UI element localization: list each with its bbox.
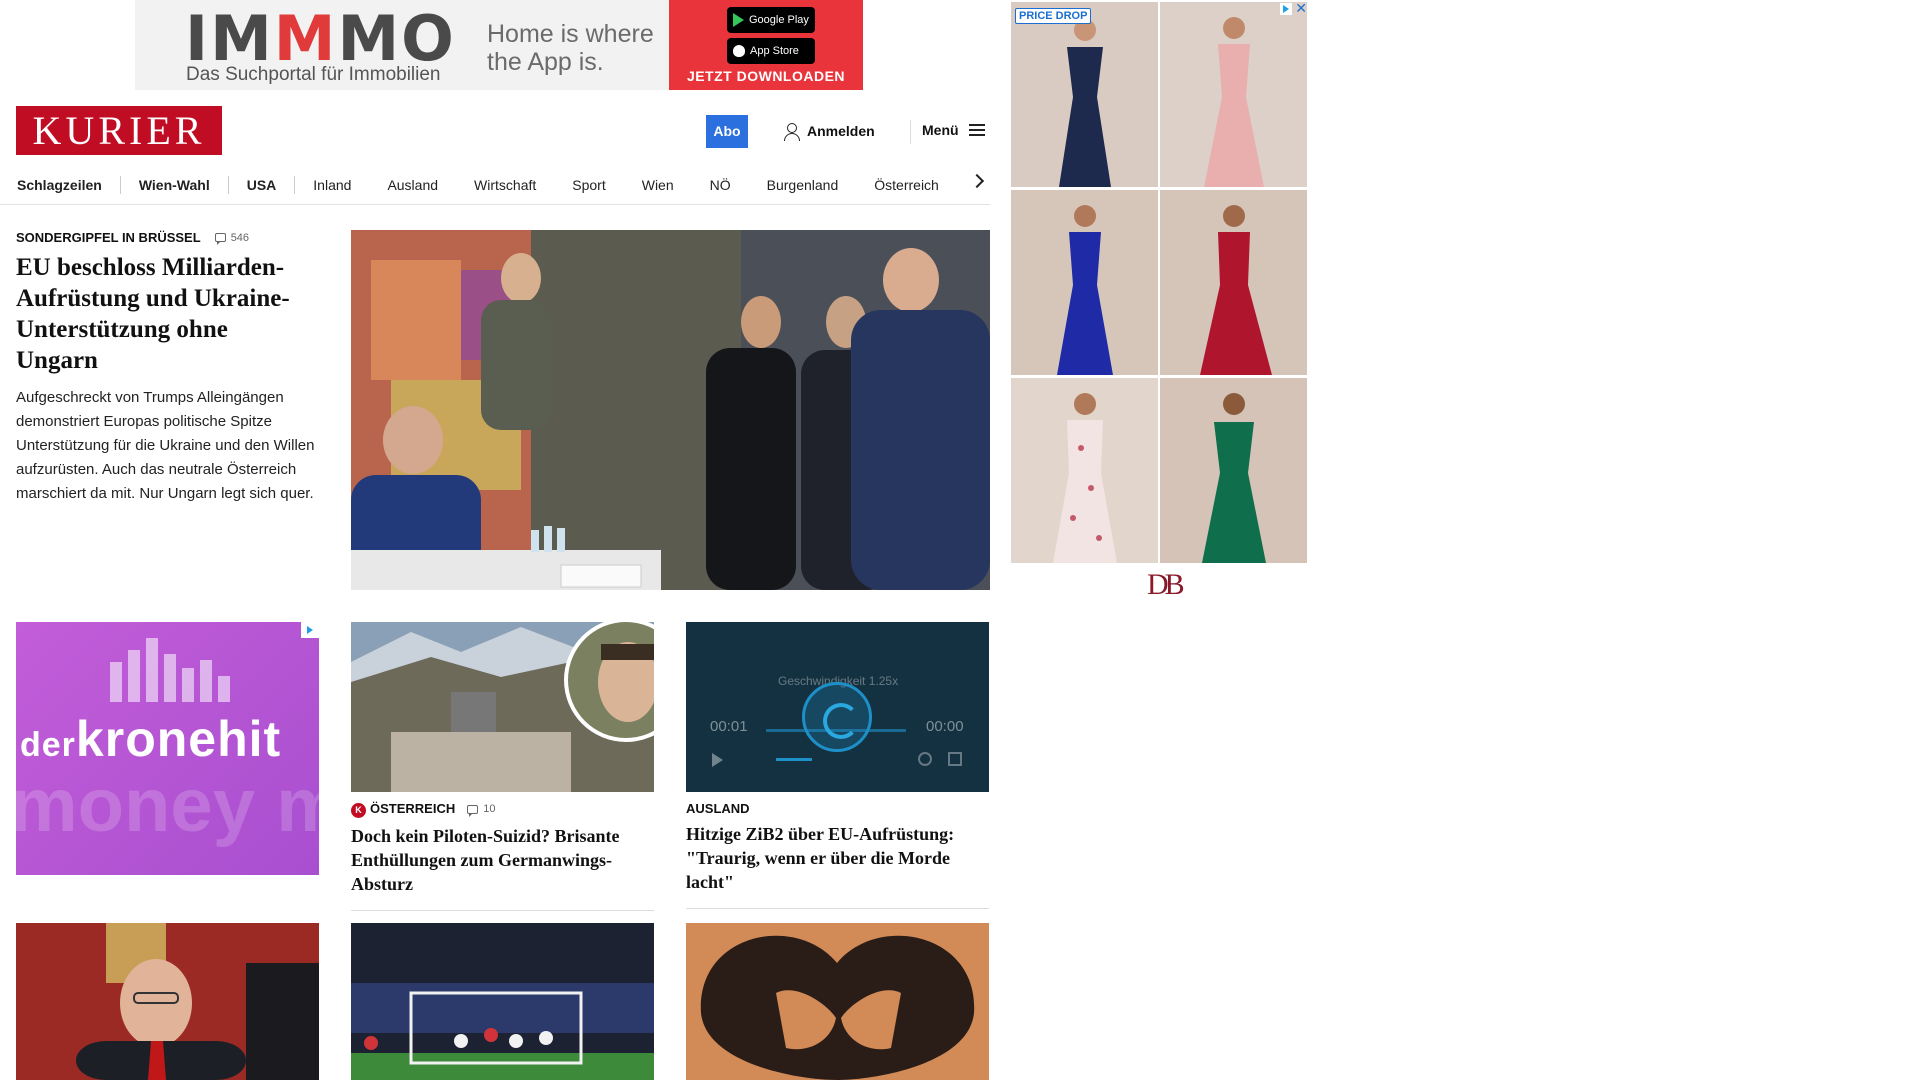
lead-image[interactable] [351, 230, 990, 590]
lead-kicker[interactable]: SONDERGIPFEL IN BRÜSSEL [16, 230, 201, 245]
article-card[interactable]: Geschwindigkeit 1.25x 00:01 00:00 AUSLAN… [686, 622, 989, 909]
download-cta[interactable]: JETZT DOWNLOADEN [669, 68, 863, 84]
article-thumbnail[interactable] [686, 923, 989, 1080]
article-meta: K ÖSTERREICH 10 [351, 801, 654, 818]
login-button[interactable]: Anmelden [783, 122, 875, 141]
immmo-tagline: Das Suchportal für Immobilien [186, 64, 441, 85]
article-thumbnail[interactable] [351, 923, 654, 1080]
article-headline[interactable]: Hitzige ZiB2 über EU-Aufrüstung: "Trauri… [686, 822, 989, 894]
lead-headline[interactable]: EU beschloss Milliarden-Aufrüstung und U… [16, 252, 316, 376]
article-thumbnail[interactable] [16, 923, 319, 1080]
kronehit-ad[interactable]: derkronehit money m [16, 622, 319, 875]
menu-button[interactable]: Menü [922, 122, 985, 138]
couple-illustration [686, 923, 989, 1080]
dress-ad[interactable]: PRICE DROP ✕ DB [1009, 0, 1309, 612]
article-thumbnail[interactable] [351, 622, 654, 792]
dress-tile[interactable] [1011, 378, 1158, 563]
dress-tile[interactable] [1160, 2, 1307, 187]
lead-meta: SONDERGIPFEL IN BRÜSSEL 546 [16, 230, 249, 245]
price-drop-badge: PRICE DROP [1015, 8, 1092, 24]
floral-dress-image [1011, 378, 1158, 563]
green-dress-image [1160, 378, 1307, 563]
adchoices-icon[interactable] [1280, 2, 1293, 15]
google-play-icon [733, 13, 744, 27]
blue-dress-image [1011, 190, 1158, 375]
ad-close-button[interactable]: ✕ [1280, 0, 1307, 17]
equalizer-graphic [110, 638, 230, 702]
nav-item-noe[interactable]: NÖ [692, 177, 749, 193]
loading-spinner-icon [802, 682, 872, 752]
chevron-right-icon[interactable] [969, 173, 985, 189]
card-divider [686, 908, 989, 909]
fullscreen-icon[interactable] [948, 752, 962, 766]
nav-item-wien-wahl[interactable]: Wien-Wahl [121, 177, 228, 193]
settings-icon[interactable] [918, 752, 932, 766]
article-headline[interactable]: Doch kein Piloten-Suizid? Brisante Enthü… [351, 824, 654, 896]
nav-item-usa[interactable]: USA [229, 177, 295, 193]
immmo-banner-ad[interactable]: IMMMO Das Suchportal für Immobilien Home… [135, 0, 863, 90]
nav-item-oesterreich[interactable]: Österreich [856, 177, 957, 193]
politician-photo [16, 923, 319, 1080]
ad-slogan: Home is where the App is. [487, 20, 654, 76]
section-nav: Schlagzeilen Wien-Wahl USA Inland Auslan… [0, 165, 990, 205]
dress-tile[interactable] [1011, 190, 1158, 375]
nav-item-ausland[interactable]: Ausland [369, 177, 456, 193]
comment-count[interactable]: 546 [214, 232, 249, 245]
nav-item-sport[interactable]: Sport [554, 177, 623, 193]
nav-item-burgenland[interactable]: Burgenland [749, 177, 857, 193]
dress-tile[interactable] [1160, 378, 1307, 563]
current-time: 00:01 [710, 718, 748, 735]
crash-memorial-photo [351, 622, 654, 792]
nav-item-schlagzeilen[interactable]: Schlagzeilen [0, 177, 120, 193]
video-player[interactable]: Geschwindigkeit 1.25x 00:01 00:00 [686, 622, 989, 792]
ad-background-text: money m [16, 763, 319, 848]
pink-dress-image [1160, 2, 1307, 187]
lead-teaser: Aufgeschreckt von Trumps Alleingängen de… [16, 389, 315, 502]
adchoices-icon[interactable] [301, 622, 319, 638]
article-kicker[interactable]: K ÖSTERREICH [351, 801, 455, 818]
article-kicker[interactable]: AUSLAND [686, 801, 750, 816]
apple-icon [733, 45, 745, 57]
dress-tile[interactable] [1011, 2, 1158, 187]
card-divider [351, 909, 654, 911]
article-meta: AUSLAND [686, 801, 989, 816]
play-icon[interactable] [712, 753, 723, 767]
kurier-plus-badge: K [351, 802, 366, 818]
abo-button[interactable]: Abo [706, 115, 748, 148]
app-store-button[interactable]: App Store [727, 38, 815, 64]
volume-slider[interactable] [776, 758, 812, 761]
football-match-photo [351, 923, 654, 1080]
user-icon [783, 122, 800, 141]
comment-count[interactable]: 10 [467, 803, 495, 817]
dress-tile[interactable] [1160, 190, 1307, 375]
header-divider [910, 120, 911, 144]
nav-item-inland[interactable]: Inland [295, 177, 369, 193]
comment-icon [467, 804, 479, 817]
hamburger-icon [968, 124, 985, 136]
duration: 00:00 [926, 718, 964, 735]
nav-item-wien[interactable]: Wien [624, 177, 692, 193]
navy-dress-image [1011, 2, 1158, 187]
nav-item-wirtschaft[interactable]: Wirtschaft [456, 177, 554, 193]
red-dress-image [1160, 190, 1307, 375]
ad-download-panel[interactable]: Google Play App Store JETZT DOWNLOADEN [669, 0, 863, 90]
david-bridal-logo[interactable]: DB [1147, 568, 1185, 602]
kurier-logo[interactable]: KURIER [16, 106, 222, 155]
kronehit-logo: derkronehit [20, 711, 282, 767]
summit-photo [351, 230, 990, 590]
article-card[interactable]: K ÖSTERREICH 10 Doch kein Piloten-Suizid?… [351, 622, 654, 911]
comment-icon [214, 233, 226, 245]
google-play-button[interactable]: Google Play [727, 7, 815, 33]
